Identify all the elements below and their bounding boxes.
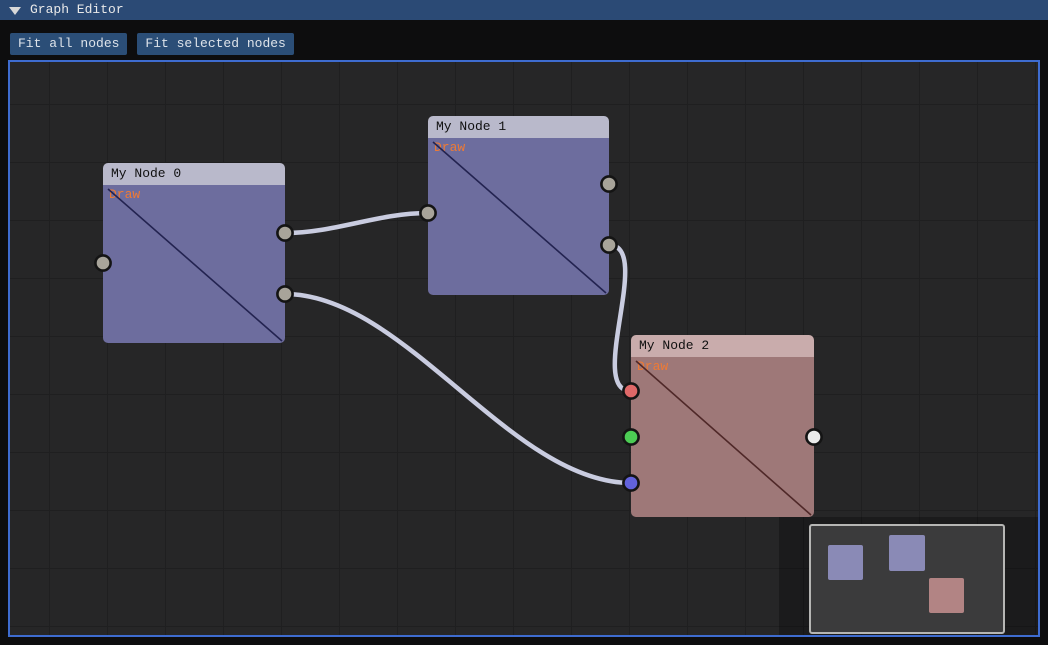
pin-my-node-0-input-0[interactable] xyxy=(95,255,110,270)
node-title-my-node-1[interactable]: My Node 1 xyxy=(428,116,609,138)
link-wire-node0-to-node2[interactable] xyxy=(285,294,631,483)
minimap-node-2 xyxy=(929,578,964,613)
window-title: Graph Editor xyxy=(30,0,124,20)
node-title-my-node-2[interactable]: My Node 2 xyxy=(631,335,814,357)
pin-my-node-2-input-1[interactable] xyxy=(623,429,638,444)
graph-editor-canvas[interactable]: My Node 0 Draw My Node 1 Draw My Node 2 Draw xyxy=(8,60,1040,637)
node-body-my-node-1: Draw xyxy=(428,138,609,295)
toolbar: Fit all nodes Fit selected nodes xyxy=(10,33,294,55)
node-draw-label: Draw xyxy=(434,140,465,155)
fit-selected-nodes-button[interactable]: Fit selected nodes xyxy=(137,33,293,55)
node-draw-label: Draw xyxy=(109,187,140,202)
node-draw-label: Draw xyxy=(637,359,668,374)
node-my-node-0[interactable]: My Node 0 Draw xyxy=(103,163,285,343)
node-body-my-node-0: Draw xyxy=(103,185,285,343)
node-my-node-1[interactable]: My Node 1 Draw xyxy=(428,116,609,295)
node-my-node-2[interactable]: My Node 2 Draw xyxy=(631,335,814,517)
link-wire-node0-to-node1[interactable] xyxy=(285,213,428,233)
collapse-arrow-icon[interactable] xyxy=(9,7,21,15)
pin-my-node-1-output-0[interactable] xyxy=(601,176,616,191)
pin-my-node-2-input-0[interactable] xyxy=(623,383,638,398)
window-titlebar[interactable]: Graph Editor xyxy=(0,0,1048,20)
pin-my-node-0-output-0[interactable] xyxy=(277,225,292,240)
node-body-my-node-2: Draw xyxy=(631,357,814,517)
minimap-node-0 xyxy=(828,545,863,580)
minimap-node-1 xyxy=(889,535,925,571)
node-title-my-node-0[interactable]: My Node 0 xyxy=(103,163,285,185)
pin-my-node-1-output-1[interactable] xyxy=(601,237,616,252)
link-wire-node1-to-node2[interactable] xyxy=(609,245,631,391)
pin-my-node-2-input-2[interactable] xyxy=(623,475,638,490)
minimap[interactable] xyxy=(809,524,1005,634)
fit-all-nodes-button[interactable]: Fit all nodes xyxy=(10,33,127,55)
pin-my-node-2-output-0[interactable] xyxy=(806,429,821,444)
pin-my-node-1-input-0[interactable] xyxy=(420,205,435,220)
pin-my-node-0-output-1[interactable] xyxy=(277,286,292,301)
